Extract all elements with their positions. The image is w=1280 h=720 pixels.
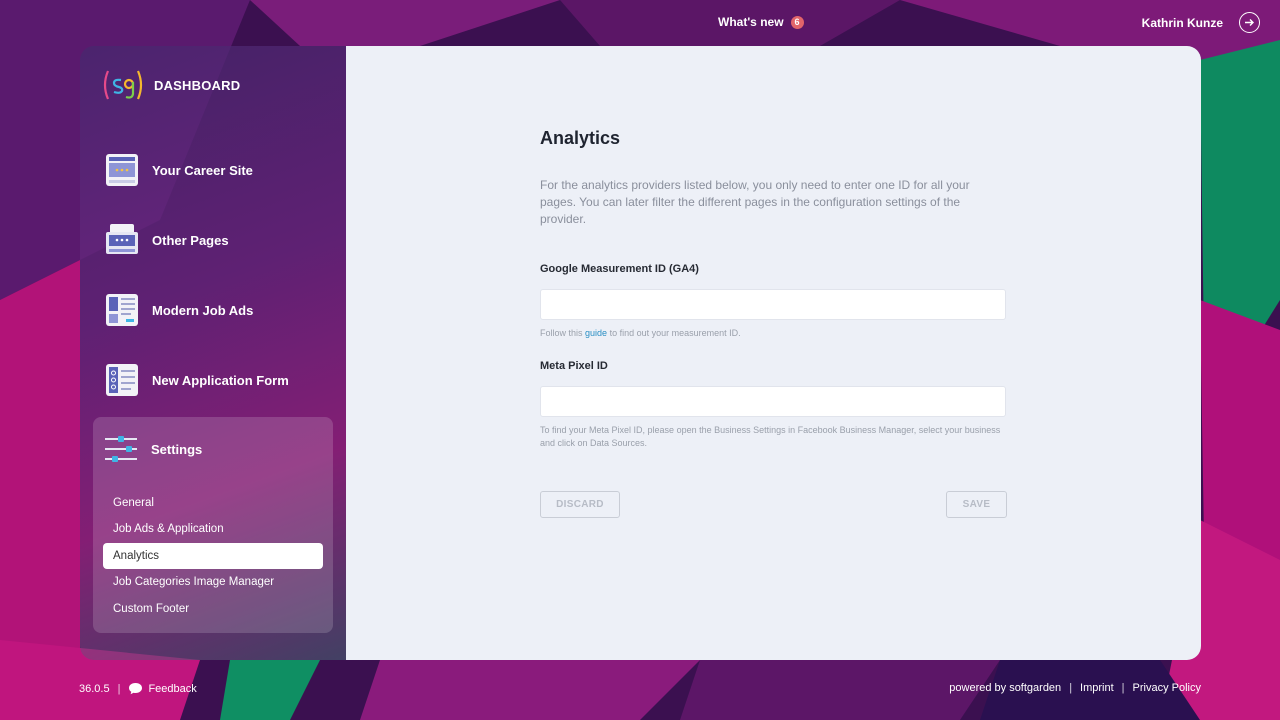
- user-name: Kathrin Kunze: [1141, 15, 1223, 30]
- page-title: Analytics: [540, 128, 621, 148]
- sidebar-item-modern-job-ads[interactable]: Modern Job Ads: [104, 292, 253, 328]
- whats-new-label: What's new: [718, 15, 784, 29]
- discard-button[interactable]: DISCARD: [540, 491, 620, 518]
- settings-panel: Settings General Job Ads & Application A…: [93, 417, 333, 633]
- footer-left: 36.0.5 | Feedback: [79, 682, 197, 695]
- feedback-label: Feedback: [148, 682, 197, 695]
- softgarden-logo-icon: [103, 70, 143, 100]
- feedback-button[interactable]: Feedback: [128, 682, 197, 695]
- top-bar: What's new 6 Kathrin Kunze: [0, 0, 1280, 46]
- settings-sub-custom-footer[interactable]: Custom Footer: [103, 596, 323, 622]
- intro-text: For the analytics providers listed below…: [540, 178, 970, 226]
- whats-new-button[interactable]: What's new 6: [718, 15, 804, 29]
- divider: |: [117, 682, 121, 695]
- sliders-icon: [105, 436, 137, 462]
- ga4-label: Google Measurement ID (GA4): [540, 263, 699, 275]
- whats-new-count-badge: 6: [790, 15, 804, 29]
- brand-label: DASHBOARD: [154, 77, 241, 93]
- meta-pixel-input[interactable]: [540, 386, 1006, 417]
- meta-pixel-label: Meta Pixel ID: [540, 360, 608, 372]
- logout-icon[interactable]: [1239, 12, 1260, 33]
- main-panel: Analytics For the analytics providers li…: [346, 46, 1201, 660]
- settings-sub-job-categories-image-manager[interactable]: Job Categories Image Manager: [103, 569, 323, 595]
- user-menu: Kathrin Kunze: [1142, 12, 1260, 33]
- sidebar-item-career-site[interactable]: Your Career Site: [104, 152, 253, 188]
- sidebar: DASHBOARD Your Career Site Other Pages M…: [80, 46, 346, 660]
- ga4-help-after: to find out your measurement ID.: [609, 328, 741, 338]
- sidebar-item-settings[interactable]: Settings: [104, 434, 202, 464]
- sidebar-item-label: Your Career Site: [152, 162, 253, 178]
- chat-bubble-icon: [129, 683, 143, 695]
- save-button[interactable]: SAVE: [946, 491, 1007, 518]
- meta-pixel-help: To find your Meta Pixel ID, please open …: [540, 425, 1001, 448]
- imprint-link[interactable]: Imprint: [1080, 682, 1114, 694]
- footer-right: powered by softgarden | Imprint | Privac…: [949, 682, 1201, 694]
- career-site-icon: [106, 154, 138, 186]
- ga4-input[interactable]: [540, 289, 1006, 320]
- job-ads-icon: [106, 294, 138, 326]
- settings-sub-job-ads-application[interactable]: Job Ads & Application: [103, 516, 323, 542]
- powered-by-label: powered by softgarden: [949, 682, 1062, 694]
- sidebar-item-application-form[interactable]: New Application Form: [104, 362, 289, 398]
- footer: 36.0.5 | Feedback powered by softgarden …: [0, 682, 1280, 700]
- divider: |: [1121, 682, 1125, 694]
- settings-label: Settings: [151, 441, 203, 457]
- privacy-policy-link[interactable]: Privacy Policy: [1133, 682, 1201, 694]
- other-pages-icon: [106, 224, 138, 254]
- sidebar-item-label: New Application Form: [152, 372, 289, 388]
- divider: |: [1069, 682, 1073, 694]
- application-form-icon: [106, 364, 138, 396]
- sidebar-item-label: Modern Job Ads: [152, 302, 254, 318]
- ga4-help: Follow this guide to find out your measu…: [540, 327, 1006, 340]
- settings-sub-general[interactable]: General: [103, 490, 323, 516]
- sidebar-item-other-pages[interactable]: Other Pages: [104, 222, 229, 258]
- settings-sub-analytics[interactable]: Analytics: [103, 543, 323, 569]
- ga4-help-before: Follow this: [540, 328, 583, 338]
- version-label: 36.0.5: [79, 682, 110, 695]
- guide-link[interactable]: guide: [585, 328, 607, 338]
- sidebar-item-label: Other Pages: [152, 232, 229, 248]
- dashboard-link[interactable]: DASHBOARD: [102, 68, 240, 102]
